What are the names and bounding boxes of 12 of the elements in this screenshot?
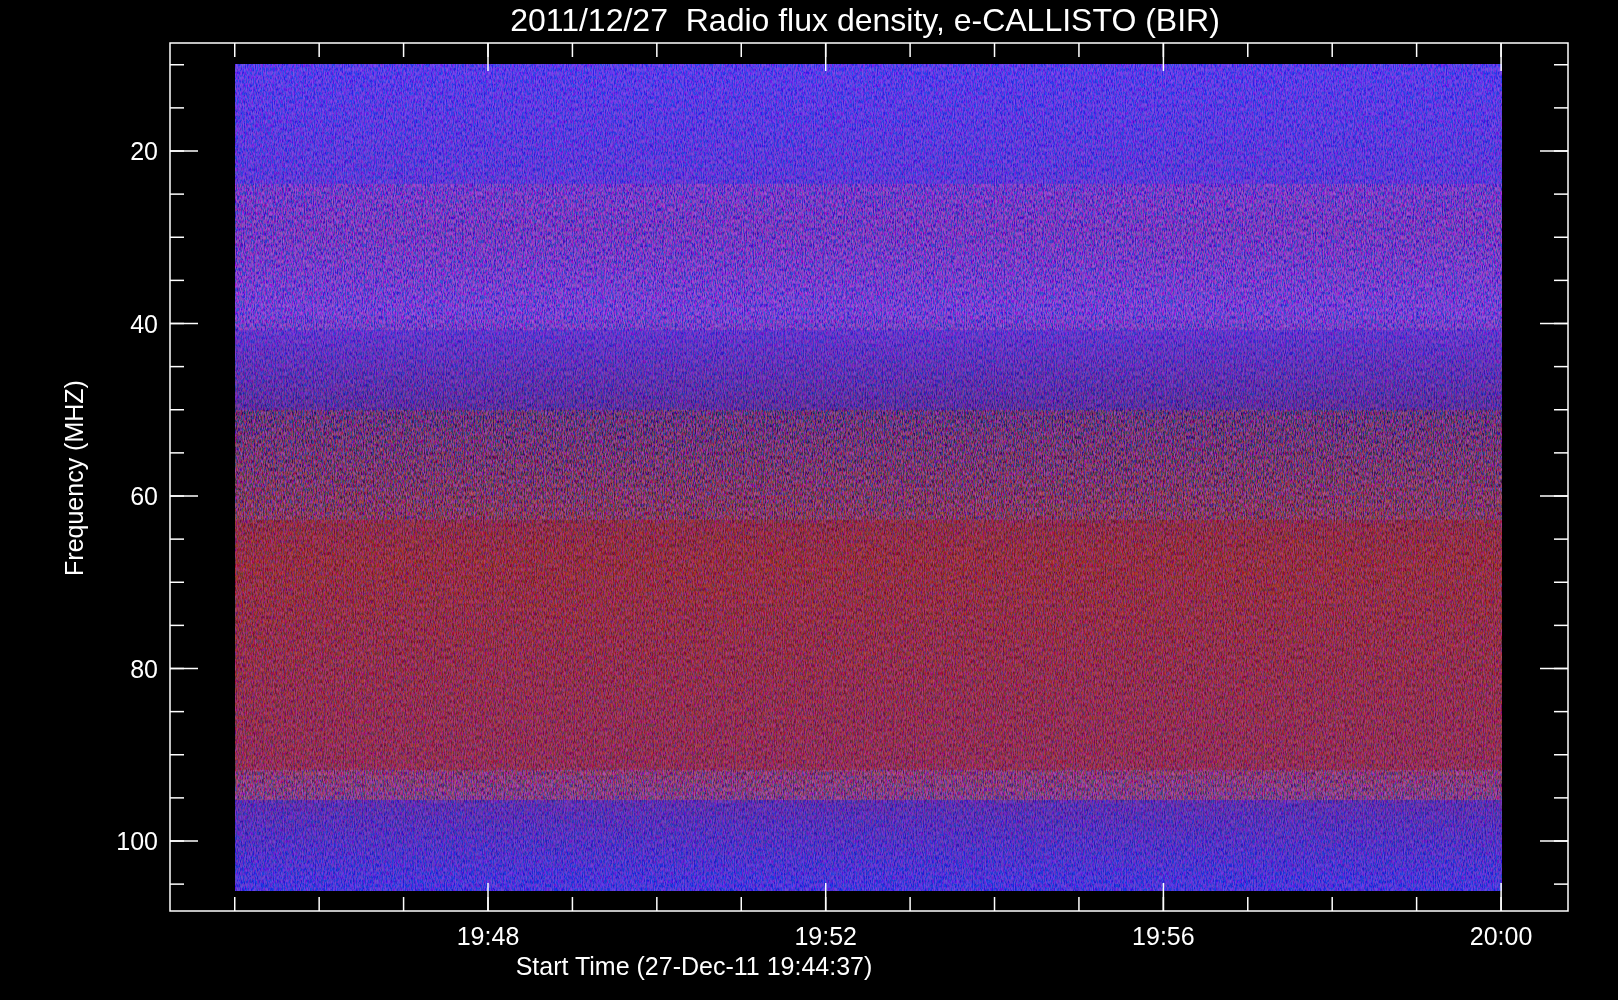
y-tick-label: 40 bbox=[130, 309, 158, 338]
x-tick-label: 20:00 bbox=[1469, 922, 1533, 950]
x-tick-label: 19:52 bbox=[794, 922, 857, 950]
x-axis-title: Start Time (27-Dec-11 19:44:37) bbox=[515, 952, 873, 980]
chart-title: 2011/12/27 Radio flux density, e-CALLISTO (BIR) bbox=[510, 2, 1220, 38]
y-tick-label: 20 bbox=[130, 137, 158, 165]
y-tick-label: 100 bbox=[116, 827, 158, 855]
x-tick-label: 19:48 bbox=[456, 922, 520, 950]
y-axis-title: Frequency (MHZ) bbox=[60, 380, 88, 576]
y-tick-label: 80 bbox=[130, 654, 158, 683]
y-tick-label: 60 bbox=[130, 482, 158, 510]
x-tick-label: 19:56 bbox=[1132, 922, 1195, 950]
